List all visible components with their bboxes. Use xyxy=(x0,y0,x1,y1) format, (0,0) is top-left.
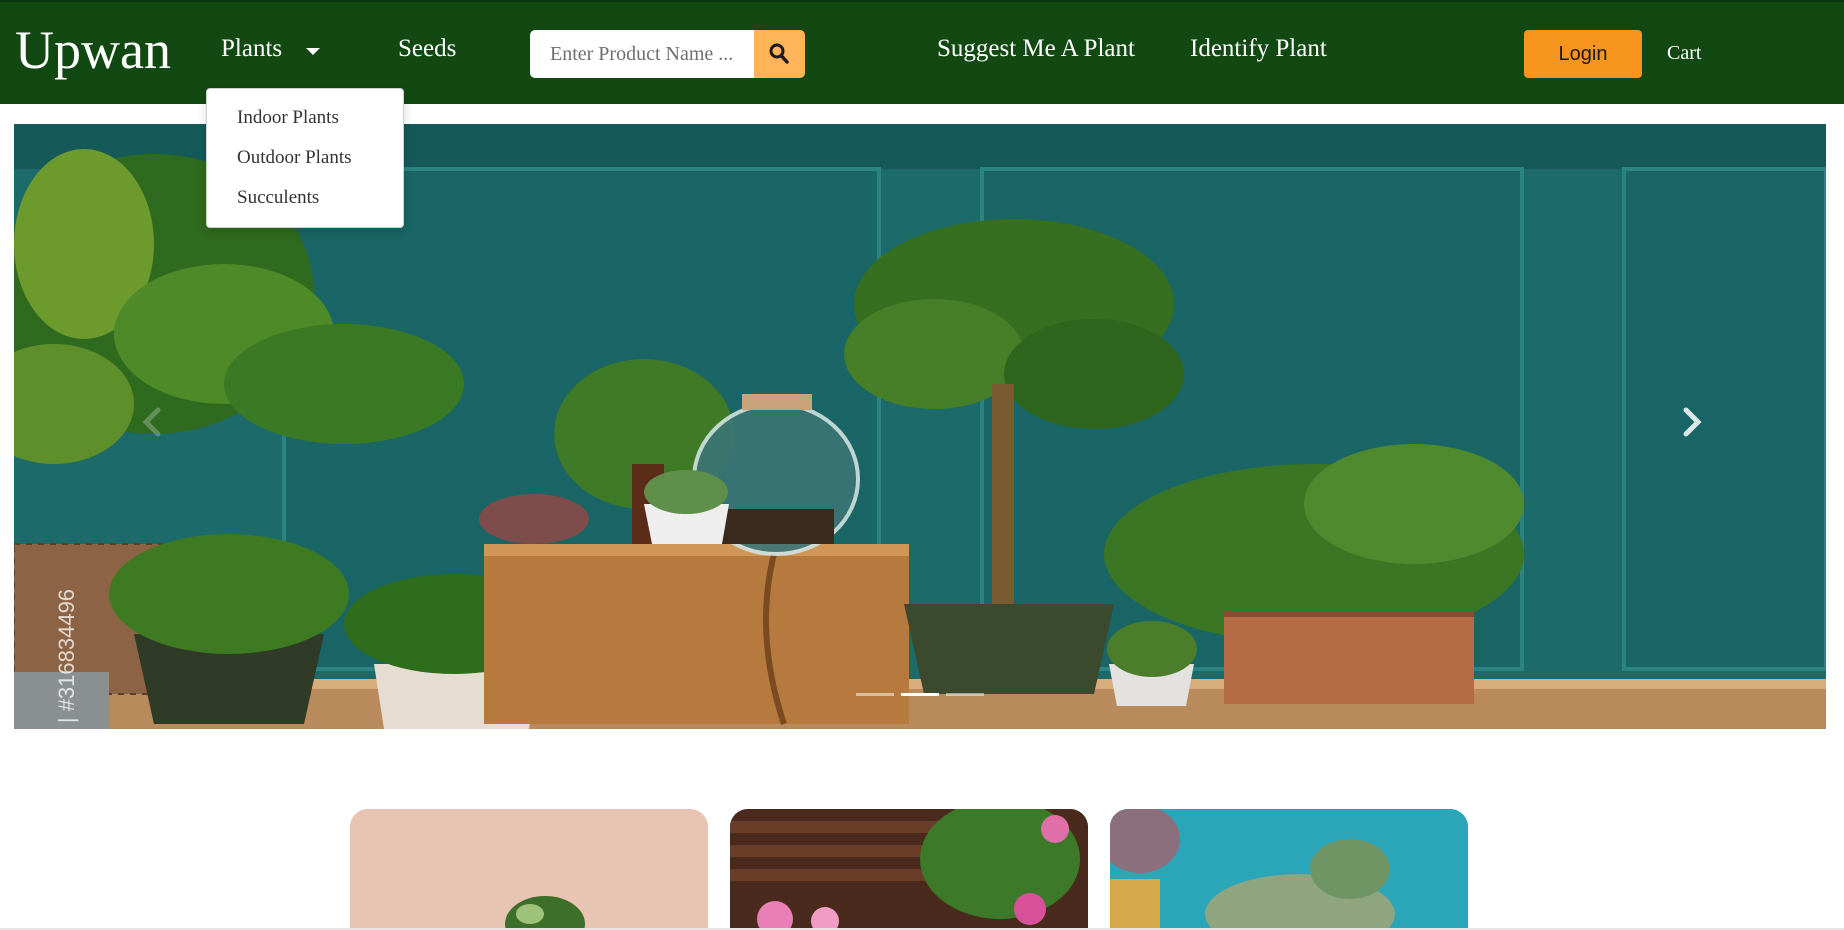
plants-dropdown-menu: Indoor Plants Outdoor Plants Succulents xyxy=(206,88,404,228)
nav-suggest-plant[interactable]: Suggest Me A Plant xyxy=(937,34,1135,64)
search-bar xyxy=(530,30,805,78)
category-card-succulents[interactable] xyxy=(1110,809,1468,930)
carousel-prev-button[interactable] xyxy=(132,402,172,442)
carousel-indicator-2[interactable] xyxy=(901,693,939,696)
brand-logo[interactable]: Upwan xyxy=(15,20,171,80)
search-input[interactable] xyxy=(530,30,754,78)
category-card-indoor[interactable] xyxy=(350,809,708,930)
dropdown-item-outdoor-plants[interactable]: Outdoor Plants xyxy=(237,147,352,169)
chevron-left-icon xyxy=(142,407,161,437)
search-icon xyxy=(769,43,789,64)
card-image-outdoor xyxy=(730,809,1088,930)
chevron-right-icon xyxy=(1683,407,1702,437)
caret-down-icon[interactable] xyxy=(306,48,320,55)
carousel-next-button[interactable] xyxy=(1672,402,1712,442)
dropdown-item-succulents[interactable]: Succulents xyxy=(237,187,319,209)
nav-seeds[interactable]: Seeds xyxy=(398,34,456,64)
cart-link[interactable]: Cart xyxy=(1667,42,1701,65)
category-card-outdoor[interactable] xyxy=(730,809,1088,930)
dropdown-item-indoor-plants[interactable]: Indoor Plants xyxy=(237,107,339,129)
carousel-indicator-3[interactable] xyxy=(946,693,984,696)
login-button[interactable]: Login xyxy=(1524,30,1642,78)
carousel-indicator-1[interactable] xyxy=(856,693,894,696)
card-image-indoor xyxy=(350,809,708,930)
nav-plants[interactable]: Plants xyxy=(221,34,282,64)
card-image-succulents xyxy=(1110,809,1468,930)
watermark-text: Adobe Stock | #316834496 xyxy=(54,588,79,729)
nav-identify-plant[interactable]: Identify Plant xyxy=(1190,34,1327,64)
search-button[interactable] xyxy=(754,30,805,78)
